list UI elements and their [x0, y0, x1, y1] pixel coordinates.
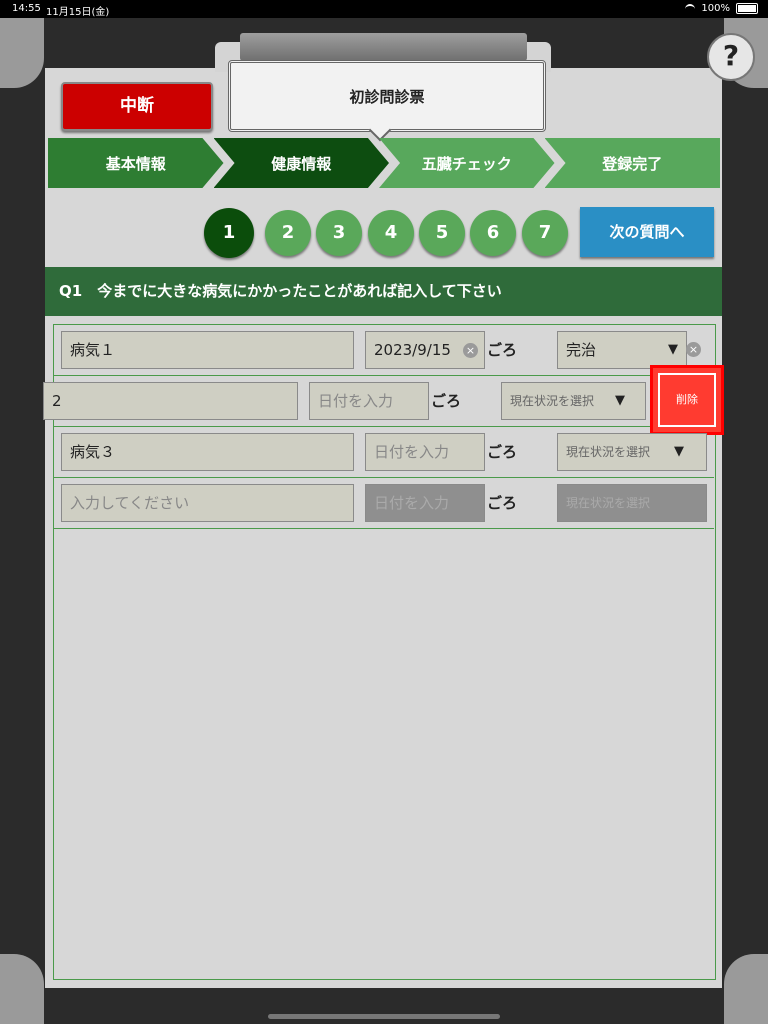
wifi-icon — [685, 3, 696, 14]
date-input: 日付を入力 — [365, 484, 485, 522]
delete-label: 削除 — [676, 393, 698, 406]
disease-row: 入力してください 日付を入力 ごろ 現在状況を選択 — [53, 478, 714, 529]
disease-row: 2 日付を入力 ごろ 現在状況を選択 ▼ — [43, 376, 714, 427]
battery-icon — [736, 3, 758, 14]
next-question-button[interactable]: 次の質問へ — [580, 207, 714, 257]
step-indicator: 基本情報 健康情報 五臓チェック 登録完了 — [48, 138, 720, 188]
question-number-7[interactable]: 7 — [522, 210, 568, 256]
disease-row: 病気３ 日付を入力 ごろ 現在状況を選択 ▼ — [53, 427, 714, 478]
step-organ-check[interactable]: 五臓チェック — [379, 138, 555, 188]
question-number-2[interactable]: 2 — [265, 210, 311, 256]
frame-corner-bottom-right — [724, 954, 768, 1024]
step-health-info[interactable]: 健康情報 — [213, 138, 389, 188]
step-label: 基本情報 — [105, 154, 166, 173]
question-number-5[interactable]: 5 — [419, 210, 465, 256]
approx-label: ごろ — [487, 494, 518, 512]
chevron-down-icon: ▼ — [668, 342, 678, 357]
chevron-down-icon: ▼ — [615, 393, 625, 408]
page-title: 初診問診票 — [228, 60, 546, 132]
date-input[interactable]: 2023/9/15 × — [365, 331, 485, 369]
question-number-4[interactable]: 4 — [368, 210, 414, 256]
step-complete[interactable]: 登録完了 — [544, 138, 720, 188]
disease-row: 病気１ 2023/9/15 × ごろ 完治 ▼ × — [53, 325, 714, 376]
question-number-1[interactable]: 1 — [204, 208, 254, 258]
help-button[interactable]: ? — [707, 33, 755, 81]
status-value: 完治 — [566, 341, 597, 359]
status-bar: 14:55 11月15日(金) 100% — [0, 0, 768, 18]
status-select[interactable]: 現在状況を選択 ▼ — [501, 382, 646, 420]
disease-name-input[interactable]: 入力してください — [61, 484, 354, 522]
pause-button[interactable]: 中断 — [61, 82, 213, 131]
step-label: 五臓チェック — [421, 154, 512, 173]
question-number-6[interactable]: 6 — [470, 210, 516, 256]
status-date: 11月15日(金) — [46, 7, 110, 18]
frame-corner-top-left — [0, 18, 44, 88]
battery-percent: 100% — [701, 3, 730, 14]
status-placeholder: 現在状況を選択 — [510, 394, 595, 408]
date-value: 2023/9/15 — [374, 341, 451, 359]
disease-name-input[interactable]: 病気３ — [61, 433, 354, 471]
date-input[interactable]: 日付を入力 — [365, 433, 485, 471]
clear-icon[interactable]: × — [463, 343, 478, 358]
approx-label: ごろ — [487, 443, 518, 461]
status-select[interactable]: 完治 ▼ — [557, 331, 687, 369]
disease-name-input[interactable]: 2 — [43, 382, 298, 420]
disease-name-input[interactable]: 病気１ — [61, 331, 354, 369]
step-label: 健康情報 — [271, 154, 332, 173]
home-indicator — [268, 1014, 500, 1019]
step-basic-info[interactable]: 基本情報 — [48, 138, 224, 188]
date-input[interactable]: 日付を入力 — [309, 382, 429, 420]
approx-label: ごろ — [487, 341, 518, 359]
chevron-down-icon: ▼ — [674, 444, 684, 459]
status-time: 14:55 — [12, 3, 41, 14]
status-right: 100% — [685, 3, 758, 14]
status-select: 現在状況を選択 — [557, 484, 707, 522]
status-select[interactable]: 現在状況を選択 ▼ — [557, 433, 707, 471]
clip-bar — [240, 33, 527, 61]
clear-icon[interactable]: × — [686, 342, 701, 357]
frame-corner-bottom-left — [0, 954, 44, 1024]
delete-button[interactable]: 削除 — [650, 365, 724, 435]
step-label: 登録完了 — [602, 154, 663, 173]
status-placeholder: 現在状況を選択 — [566, 445, 651, 459]
question-number-3[interactable]: 3 — [316, 210, 362, 256]
approx-label: ごろ — [431, 392, 462, 410]
question-text: Q1 今までに大きな病気にかかったことがあれば記入して下さい — [45, 267, 722, 316]
